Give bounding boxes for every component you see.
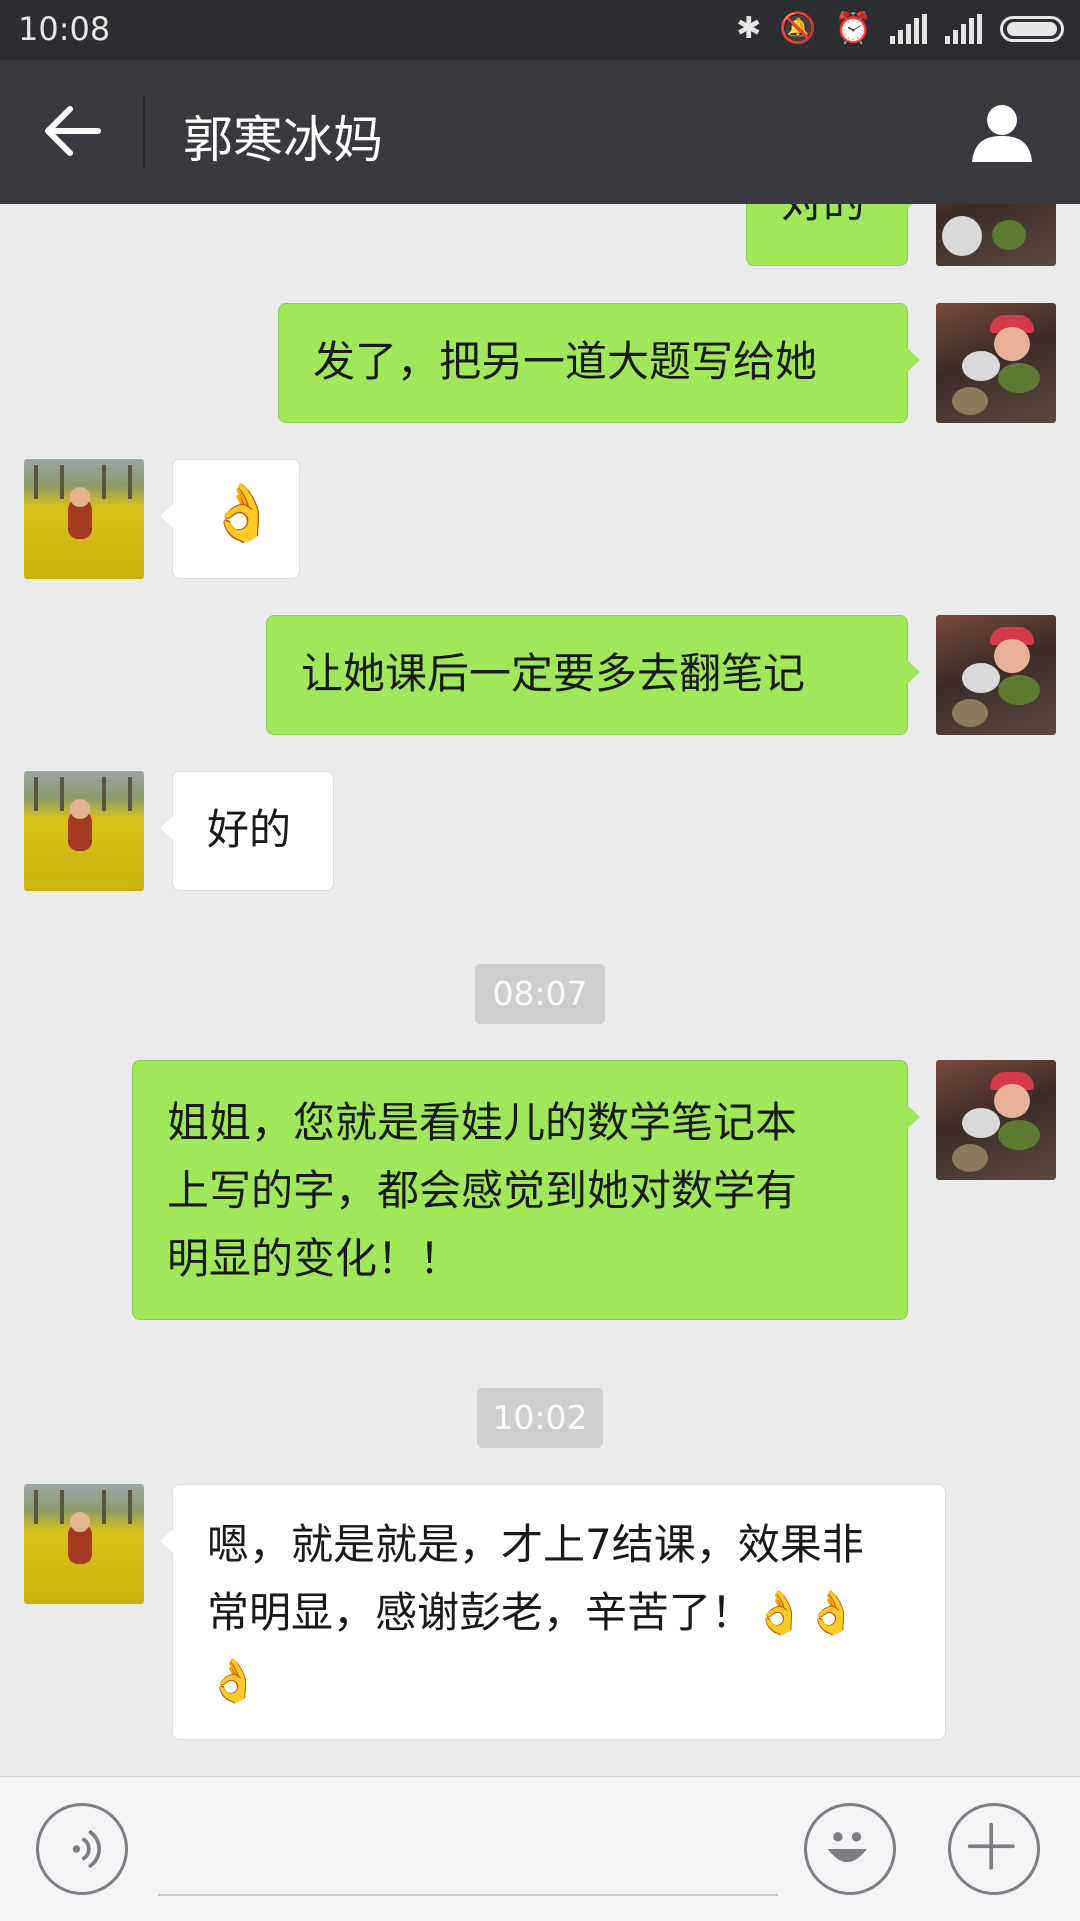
timestamp: 08:07	[475, 964, 605, 1024]
avatar-self[interactable]	[936, 1060, 1056, 1180]
status-icons: ✱ 🔕 ⏰	[736, 10, 1064, 48]
person-icon[interactable]	[970, 100, 1034, 164]
silent-icon: 🔕	[779, 11, 817, 46]
message-list[interactable]: 对的 发了，把另一道大题写给她 👌 让她课后一定要多去翻笔记 好的	[0, 204, 1080, 1776]
message-text-line: 嗯，就是就是，才上7结课，效果非	[207, 1520, 864, 1569]
message-text: 让她课后一定要多去翻笔记	[301, 649, 806, 698]
avatar-self[interactable]	[936, 204, 1056, 266]
message-text-line: 明显的变化！！	[167, 1234, 462, 1283]
message-input[interactable]	[158, 1894, 778, 1896]
message-text-line: 姐姐，您就是看娃儿的数学笔记本	[167, 1098, 798, 1147]
voice-button[interactable]	[36, 1803, 128, 1895]
avatar-contact[interactable]	[24, 459, 144, 579]
emoji-button[interactable]	[804, 1803, 896, 1895]
bluetooth-icon: ✱	[736, 11, 762, 46]
chat-header: 郭寒冰妈	[0, 60, 1080, 204]
voice-icon	[72, 1830, 101, 1868]
alarm-icon: ⏰	[834, 11, 872, 46]
page-title: 郭寒冰妈	[183, 111, 383, 169]
plus-icon	[967, 1822, 1015, 1870]
battery-icon	[1000, 16, 1064, 42]
signal-icon	[890, 14, 927, 44]
avatar-self[interactable]	[936, 615, 1056, 735]
ok-hand-emoji: 👌	[207, 481, 277, 546]
message-text-line: 👌	[207, 1656, 260, 1705]
avatar-contact[interactable]	[24, 771, 144, 891]
avatar-self[interactable]	[936, 303, 1056, 423]
message-bubble-out[interactable]: 发了，把另一道大题写给她	[278, 303, 920, 423]
timestamp: 10:02	[477, 1388, 603, 1448]
message-bubble-out[interactable]: 姐姐，您就是看娃儿的数学笔记本 上写的字，都会感觉到她对数学有 明显的变化！！	[132, 1060, 920, 1320]
more-button[interactable]	[948, 1803, 1040, 1895]
smiley-icon	[827, 1832, 867, 1863]
header-divider	[143, 96, 145, 168]
status-bar: 10:08 ✱ 🔕 ⏰	[0, 0, 1080, 60]
message-text: 发了，把另一道大题写给她	[313, 337, 818, 386]
message-text: 好的	[207, 805, 292, 854]
message-bubble-in[interactable]: 好的	[160, 771, 334, 891]
message-bubble-in[interactable]: 👌	[160, 459, 300, 579]
message-text-line: 常明显，感谢彭老，辛苦了！👌👌	[207, 1588, 858, 1637]
message-text: 对的	[781, 204, 865, 227]
message-bubble-out[interactable]: 让她课后一定要多去翻笔记	[266, 615, 920, 735]
input-bar	[0, 1776, 1080, 1921]
message-text-line: 上写的字，都会感觉到她对数学有	[167, 1166, 798, 1215]
arrow-left-icon[interactable]	[40, 98, 106, 164]
message-bubble-out[interactable]: 对的	[746, 204, 920, 266]
status-time: 10:08	[18, 10, 111, 48]
message-bubble-in[interactable]: 嗯，就是就是，才上7结课，效果非 常明显，感谢彭老，辛苦了！👌👌 👌	[160, 1484, 946, 1740]
signal-icon	[945, 14, 982, 44]
avatar-contact[interactable]	[24, 1484, 144, 1604]
